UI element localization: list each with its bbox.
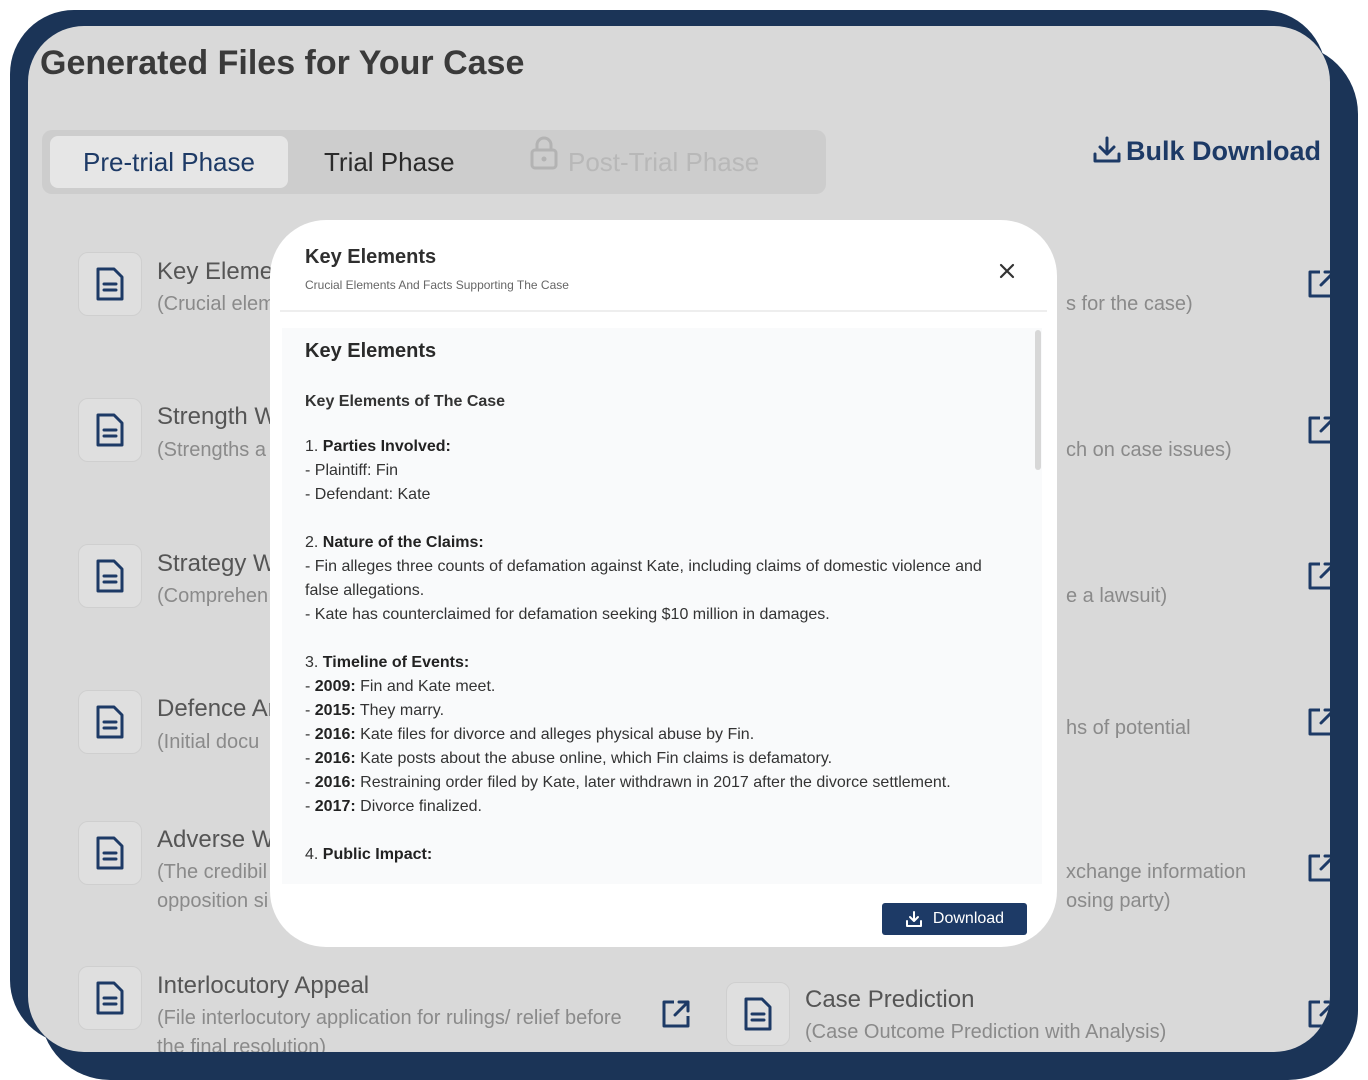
section-number: 3. [305,654,323,671]
timeline-year: 2017: [314,798,356,815]
timeline-year: 2016: [314,774,356,791]
timeline-item: - 2015: They marry. [305,702,445,719]
timeline-item: - 2016: Kate files for divorce and alleg… [305,726,755,743]
download-icon [905,911,922,927]
modal-divider [280,310,1047,312]
item-desc: hs of potential [1066,717,1191,739]
page-title: Generated Files for Your Case [40,44,525,82]
timeline-item: - 2016: Kate posts about the abuse onlin… [305,750,833,767]
open-external-icon[interactable] [1306,706,1330,738]
open-external-icon[interactable] [1306,414,1330,446]
item-desc: (File interlocutory application for ruli… [157,1007,622,1052]
document-icon [78,544,142,608]
item-title[interactable]: Case Prediction [805,986,974,1014]
timeline-text: Kate posts about the abuse online, which… [355,750,833,767]
tab-trial[interactable]: Trial Phase [324,136,455,188]
bulk-download-button[interactable]: Bulk Download [1092,136,1321,167]
tab-post-trial-label: Post-Trial Phase [568,147,760,177]
download-icon [1093,136,1121,163]
section-number: 4. [305,846,323,863]
item-desc: e a lawsuit) [1066,585,1168,607]
section-title: Nature of the Claims: [322,534,484,551]
open-external-icon[interactable] [1306,998,1330,1030]
section-title: Parties Involved: [322,438,451,455]
timeline-item: - 2009: Fin and Kate meet. [305,678,496,695]
document-icon [78,821,142,885]
item-desc: (Initial docu [157,731,260,753]
section-number: 1. [305,438,323,455]
section-title: Public Impact: [322,846,433,863]
item-title[interactable]: Key Elemen [157,258,286,286]
content-line: - Kate has counterclaimed for defamation… [305,606,830,623]
item-title[interactable]: Adverse Wi [157,826,280,854]
section-header: 2. Nature of the Claims: [305,531,1005,555]
key-elements-modal: Key Elements Crucial Elements And Facts … [270,220,1057,947]
timeline-text: Divorce finalized. [355,798,482,815]
item-desc: (The credibil opposition si [157,861,269,912]
timeline-text: Kate files for divorce and alleges physi… [355,726,755,743]
phase-tabs: Pre-trial Phase Trial Phase Post-Trial P… [42,130,826,194]
content-subheading: Key Elements of The Case [305,393,506,410]
item-title[interactable]: Defence Ar [157,695,276,723]
content-heading: Key Elements [305,340,437,362]
item-desc: ch on case issues) [1066,439,1232,461]
lock-icon [530,135,558,187]
bulk-download-label: Bulk Download [1126,136,1321,166]
download-label: Download [932,910,1005,927]
close-icon[interactable] [992,256,1022,286]
section-header: 1. Parties Involved: [305,435,1005,459]
open-external-icon[interactable] [1306,268,1330,300]
content-line: - Defendant: Kate [305,486,431,503]
item-desc: xchange information osing party) [1066,861,1247,912]
modal-subtitle: Crucial Elements And Facts Supporting Th… [305,278,569,292]
open-external-icon[interactable] [660,998,692,1030]
open-external-icon[interactable] [1306,560,1330,592]
item-title[interactable]: Interlocutory Appeal [157,972,369,1000]
item-title[interactable]: Strength W [157,403,277,431]
item-desc: (Comprehen [157,585,269,607]
timeline-text: Fin and Kate meet. [355,678,496,695]
content-line: - Plaintiff: Fin [305,462,399,479]
section-title: Timeline of Events: [322,654,470,671]
item-desc: (Strengths a [157,439,266,461]
item-desc: (Crucial elem [157,293,275,315]
timeline-year: 2015: [314,702,356,719]
tab-post-trial[interactable]: Post-Trial Phase [530,136,759,188]
document-icon [78,252,142,316]
item-title[interactable]: Strategy W [157,550,276,578]
timeline-item: - 2017: Divorce finalized. [305,798,482,815]
item-desc: s for the case) [1066,293,1193,315]
section-number: 2. [305,534,323,551]
section-header: 3. Timeline of Events: [305,651,1005,675]
timeline-text: They marry. [355,702,445,719]
item-desc: (Case Outcome Prediction with Analysis) [805,1021,1167,1043]
modal-content-panel[interactable]: Key Elements Key Elements of The Case 1.… [282,328,1042,884]
scrollbar-thumb[interactable] [1035,330,1041,470]
document-icon [726,982,790,1046]
document-content: Key Elements Key Elements of The Case 1.… [305,340,1005,867]
timeline-year: 2016: [314,726,356,743]
tab-pre-trial[interactable]: Pre-trial Phase [50,136,288,188]
timeline-item: - 2016: Restraining order filed by Kate,… [305,774,951,791]
document-icon [78,398,142,462]
timeline-text: Restraining order filed by Kate, later w… [355,774,951,791]
section-header: 4. Public Impact: [305,843,1005,867]
modal-title: Key Elements [305,246,437,268]
open-external-icon[interactable] [1306,852,1330,884]
timeline-year: 2009: [314,678,356,695]
content-line: - Fin alleges three counts of defamation… [305,558,982,599]
download-button[interactable]: Download [882,903,1027,935]
timeline-year: 2016: [314,750,356,767]
document-icon [78,966,142,1030]
document-icon [78,690,142,754]
